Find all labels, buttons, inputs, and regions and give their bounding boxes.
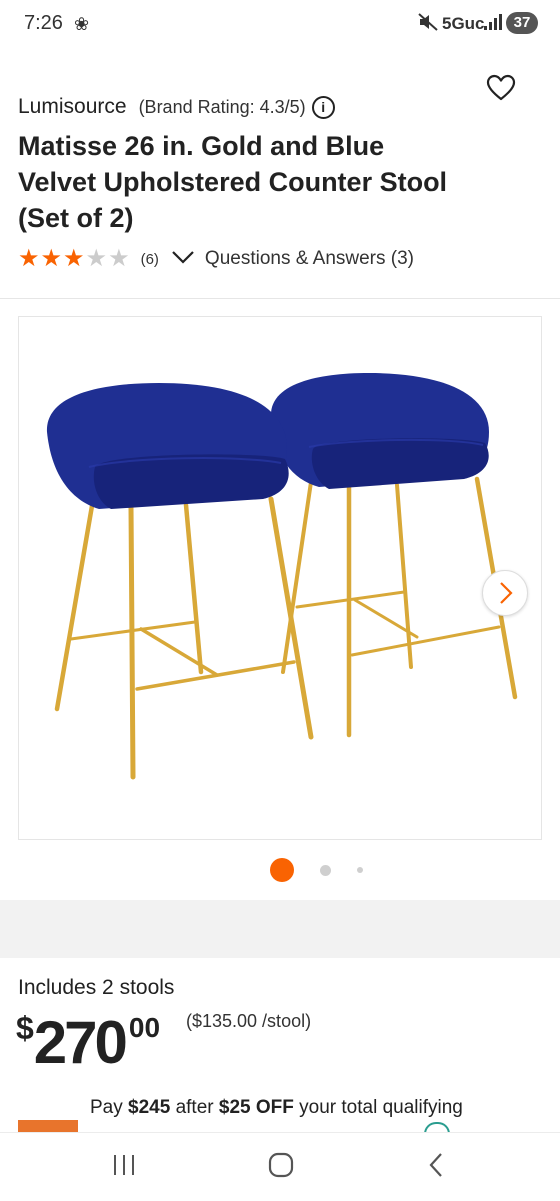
next-image-button[interactable] — [482, 570, 528, 616]
signal-icon — [484, 14, 502, 35]
heart-icon — [486, 74, 516, 101]
carousel-dot[interactable] — [270, 858, 294, 882]
promo-text[interactable]: Pay $245 after $25 OFF your total qualif… — [90, 1097, 463, 1119]
network-label: 5Guc — [442, 14, 485, 33]
carousel-dots — [270, 858, 389, 882]
carousel-dot[interactable] — [357, 867, 363, 873]
favorite-button[interactable] — [486, 74, 518, 106]
section-separator — [0, 900, 560, 958]
star-rating[interactable]: ★★★★★ — [18, 247, 131, 271]
system-nav-bar — [0, 1132, 560, 1201]
price-currency: $ — [16, 1010, 34, 1046]
questions-answers-link[interactable]: Questions & Answers (3) — [205, 248, 414, 270]
price-cents: 00 — [128, 1012, 161, 1043]
price-dollars: 270 — [33, 1009, 128, 1076]
promo-card-image — [18, 1120, 78, 1132]
rating-row: ★★★★★ (6) Questions & Answers (3) — [18, 246, 414, 272]
status-time: 7:26 — [24, 12, 63, 34]
price: $270 00 — [16, 1008, 160, 1077]
promo-mid: after — [170, 1097, 219, 1118]
promo-amount: $245 — [128, 1097, 171, 1118]
star-icon: ★ — [63, 245, 85, 272]
recents-icon[interactable] — [112, 1153, 136, 1177]
star-icon: ★ — [108, 245, 130, 272]
promo-pre: Pay — [90, 1097, 129, 1118]
unit-price: ($135.00 /stool) — [186, 1011, 312, 1031]
chevron-right-icon — [500, 582, 513, 604]
star-icon: ★ — [40, 245, 63, 272]
back-icon[interactable] — [426, 1151, 446, 1179]
status-bar: 7:26 ❀ 5Guc 37 — [0, 0, 560, 50]
info-icon[interactable]: i — [311, 96, 335, 119]
product-image[interactable] — [18, 316, 542, 840]
brand-link[interactable]: Lumisource — [18, 95, 127, 118]
star-icon: ★ — [85, 245, 108, 272]
home-icon[interactable] — [267, 1151, 295, 1179]
stool-illustration — [46, 373, 518, 780]
includes-text: Includes 2 stools — [18, 976, 175, 999]
review-count[interactable]: (6) — [141, 251, 159, 268]
promo-discount: $25 OFF — [218, 1097, 294, 1118]
battery-badge: 37 — [506, 12, 538, 34]
carousel-dot[interactable] — [320, 864, 331, 876]
promo-post: your total qualifying — [293, 1097, 463, 1118]
divider — [0, 298, 560, 299]
chevron-down-icon[interactable] — [171, 250, 195, 269]
mute-icon — [418, 13, 438, 36]
brand-rating: (Brand Rating: 4.3/5) — [138, 97, 306, 117]
brand-row: Lumisource (Brand Rating: 4.3/5) i — [18, 95, 335, 119]
product-title: Matisse 26 in. Gold and Blue Velvet Upho… — [18, 131, 448, 233]
star-icon: ★ — [18, 245, 40, 272]
pinwheel-icon: ❀ — [74, 14, 90, 34]
